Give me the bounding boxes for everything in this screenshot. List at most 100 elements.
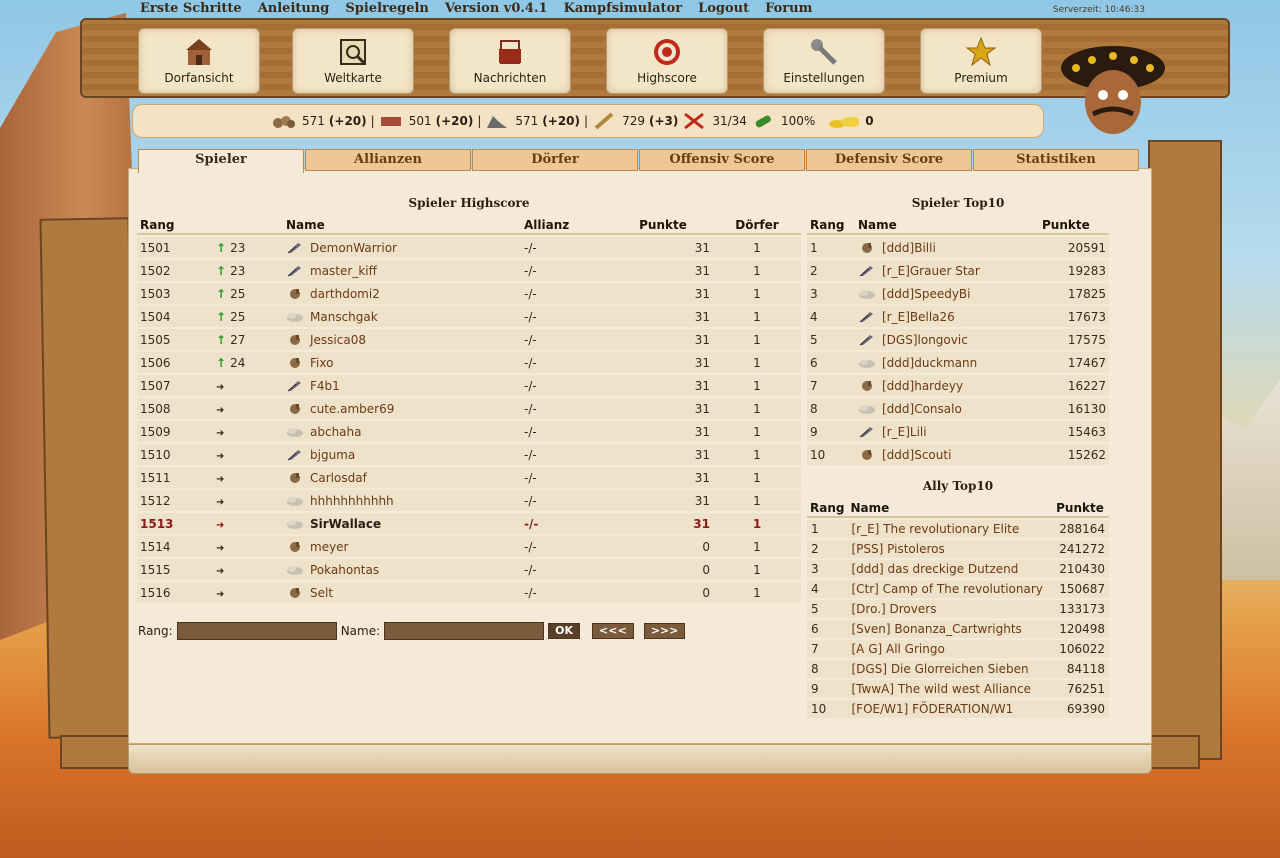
rang-input[interactable] <box>176 622 337 640</box>
nav-link-forum[interactable]: Forum <box>765 0 812 18</box>
player-name-link[interactable]: DemonWarrior <box>310 241 397 255</box>
nav-link-anleitung[interactable]: Anleitung <box>258 0 330 18</box>
player-name-link[interactable]: [ddd]Billi <box>882 241 936 255</box>
nav-link-kampfsimulator[interactable]: Kampfsimulator <box>564 0 683 18</box>
ally-name-link[interactable]: [Sven] Bonanza_Cartwrights <box>851 622 1021 636</box>
player-name-link[interactable]: [r_E]Bella26 <box>882 310 955 324</box>
player-name-link[interactable]: [r_E]Grauer Star <box>882 264 980 278</box>
player-name-link[interactable]: master_kiff <box>310 264 377 278</box>
wood-delta: (+20) <box>328 114 367 128</box>
player-name-cell: hhhhhhhhhhh <box>283 490 521 511</box>
nav-weltkarte-button[interactable]: Weltkarte <box>292 28 414 94</box>
trend-up-icon: ↑ <box>216 286 227 301</box>
points-cell: 0 <box>613 536 713 557</box>
player-name-link[interactable]: abchaha <box>310 425 362 439</box>
player-name-link[interactable]: [ddd]hardeyy <box>882 379 963 393</box>
next-page-button[interactable]: >>> <box>643 623 686 639</box>
player-name-link[interactable]: Fixo <box>310 356 333 370</box>
player-name-link[interactable]: Manschgak <box>310 310 378 324</box>
table-row: 1508 ➜ cute.amber69 -/- 31 1 <box>137 398 801 419</box>
trend-cell: ↑ 25 <box>213 283 283 304</box>
player-name-link[interactable]: [DGS]longovic <box>882 333 968 347</box>
player-name-cell: SirWallace <box>283 513 521 534</box>
table-row: 7 [ddd]hardeyy 16227 <box>807 375 1109 396</box>
player-name-link[interactable]: meyer <box>310 540 349 554</box>
rank-cell: 1508 <box>137 398 213 419</box>
ally-name-link[interactable]: [PSS] Pistoleros <box>851 542 944 556</box>
player-name-link[interactable]: [r_E]Lili <box>882 425 927 439</box>
table-row: 1502 ↑ 23 master_kiff -/- 31 1 <box>137 260 801 281</box>
rank-cell: 1505 <box>137 329 213 350</box>
tab-spieler[interactable]: Spieler <box>138 149 304 173</box>
ally-name-link[interactable]: [DGS] Die Glorreichen Sieben <box>851 662 1028 676</box>
villages-cell: 1 <box>713 306 801 327</box>
name-input[interactable] <box>384 622 545 640</box>
alliance-cell: -/- <box>521 444 613 465</box>
ally-col-name: Name <box>847 500 1054 518</box>
villages-cell: 1 <box>713 283 801 304</box>
nav-link-erste-schritte[interactable]: Erste Schritte <box>140 0 242 18</box>
rank-cell: 7 <box>807 640 848 658</box>
ok-button[interactable]: OK <box>548 623 581 639</box>
tab-allianzen[interactable]: Allianzen <box>305 149 471 171</box>
trend-cell: ↑ 23 <box>213 260 283 281</box>
nav-premium-button[interactable]: Premium <box>920 28 1042 94</box>
player-name-link[interactable]: Jessica08 <box>310 333 366 347</box>
player-name-link[interactable]: Selt <box>310 586 333 600</box>
nav-nachrichten-button[interactable]: Nachrichten <box>449 28 571 94</box>
nav-einstellungen-button[interactable]: Einstellungen <box>763 28 885 94</box>
table-row: 1 [r_E] The revolutionary Elite 288164 <box>807 520 1109 538</box>
player-name-link[interactable]: [ddd]duckmann <box>882 356 977 370</box>
col-rang: Rang <box>137 217 213 235</box>
nav-link-logout[interactable]: Logout <box>698 0 749 18</box>
top10-title: Spieler Top10 <box>911 196 1005 210</box>
player-name-link[interactable]: bjguma <box>310 448 355 462</box>
prev-page-button[interactable]: <<< <box>592 623 634 639</box>
tab-doerfer[interactable]: Dörfer <box>472 149 638 171</box>
rank-cell: 5 <box>807 329 855 350</box>
nav-dorfansicht-button[interactable]: Dorfansicht <box>138 28 260 94</box>
ally-name-link[interactable]: [r_E] The revolutionary Elite <box>851 522 1019 536</box>
points-cell: 241272 <box>1053 540 1109 558</box>
table-row: 6 [ddd]duckmann 17467 <box>807 352 1109 373</box>
player-name-link[interactable]: Carlosdaf <box>310 471 367 485</box>
villages-cell: 1 <box>713 352 801 373</box>
avatar[interactable] <box>1058 40 1168 144</box>
player-name-link[interactable]: darthdomi2 <box>310 287 380 301</box>
tab-defensiv-score[interactable]: Defensiv Score <box>806 149 972 171</box>
rank-cell: 1 <box>807 520 848 538</box>
player-name-link[interactable]: SirWallace <box>310 517 381 531</box>
player-name-cell: [ddd]duckmann <box>855 352 1039 373</box>
player-name-link[interactable]: [ddd]Scouti <box>882 448 951 462</box>
wheat-value: 729 <box>622 114 645 128</box>
rank-cell: 1513 <box>137 513 213 534</box>
ally-name-link[interactable]: [TwwA] The wild west Alliance <box>851 682 1031 696</box>
loyalty-value: 100% <box>780 114 816 128</box>
player-name-link[interactable]: Pokahontas <box>310 563 379 577</box>
ally-name-link[interactable]: [A G] All Gringo <box>851 642 944 656</box>
nav-link-version[interactable]: Version v0.4.1 <box>445 0 548 18</box>
player-name-link[interactable]: [ddd]SpeedyBi <box>882 287 971 301</box>
points-cell: 0 <box>613 582 713 603</box>
points-cell: 17575 <box>1039 329 1109 350</box>
table-row: 1504 ↑ 25 Manschgak -/- 31 1 <box>137 306 801 327</box>
ally-name-link[interactable]: [Ctr] Camp of The revolutionary <box>851 582 1042 596</box>
nav-link-spielregeln[interactable]: Spielregeln <box>345 0 429 18</box>
points-cell: 210430 <box>1053 560 1109 578</box>
player-name-link[interactable]: hhhhhhhhhhh <box>310 494 394 508</box>
table-row: 1516 ➜ Selt -/- 0 1 <box>137 582 801 603</box>
ally-name-link[interactable]: [FOE/W1] FÖDERATION/W1 <box>851 702 1013 716</box>
ally-name-link[interactable]: [Dro.] Drovers <box>851 602 936 616</box>
player-name-link[interactable]: [ddd]Consalo <box>882 402 962 416</box>
tab-offensiv-score[interactable]: Offensiv Score <box>639 149 805 171</box>
tab-statistiken[interactable]: Statistiken <box>973 149 1139 171</box>
points-cell: 31 <box>613 260 713 281</box>
player-name-link[interactable]: cute.amber69 <box>310 402 394 416</box>
ally-name-link[interactable]: [ddd] das dreckige Dutzend <box>851 562 1018 576</box>
nav-highscore-button[interactable]: Highscore <box>606 28 728 94</box>
player-name-cell: F4b1 <box>283 375 521 396</box>
trend-up-icon: ↑ <box>216 332 227 347</box>
player-name-link[interactable]: F4b1 <box>310 379 340 393</box>
rank-cell: 3 <box>807 283 855 304</box>
trend-cell: ➜ <box>213 536 283 557</box>
